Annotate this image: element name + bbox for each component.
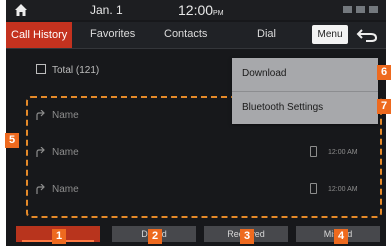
total-label: Total (121)	[52, 65, 100, 76]
status-bar: Jan. 1 12:00PM	[6, 0, 386, 20]
menu-button[interactable]: Menu	[312, 25, 348, 44]
outgoing-call-icon	[36, 110, 45, 120]
bluetooth-icon	[356, 6, 365, 13]
call-name: Name	[52, 184, 79, 195]
call-row[interactable]: Name 12:00 AM	[36, 142, 372, 166]
tab-call-history[interactable]: Call History	[6, 22, 73, 48]
status-date: Jan. 1	[90, 3, 123, 17]
status-time: 12:00PM	[178, 2, 224, 18]
mobile-phone-icon	[310, 146, 317, 157]
menu-item-bluetooth-settings[interactable]: Bluetooth Settings	[232, 92, 378, 124]
outgoing-call-icon	[36, 147, 45, 157]
callout-badge-7: 7	[377, 99, 391, 114]
call-time: 12:00 AM	[328, 149, 358, 156]
total-count: Total (121)	[36, 64, 99, 76]
phone-screen: Jan. 1 12:00PM Call History Favorites Co…	[6, 0, 386, 246]
call-row[interactable]: Name 12:00 AM	[36, 179, 372, 203]
callout-badge-1: 1	[52, 229, 66, 244]
status-icons	[343, 6, 378, 13]
tab-favorites[interactable]: Favorites	[90, 28, 135, 40]
menu-dropdown: Download Bluetooth Settings	[232, 58, 378, 124]
callout-badge-5: 5	[5, 133, 19, 148]
menu-item-download[interactable]: Download	[232, 58, 378, 90]
battery-icon	[369, 6, 378, 13]
call-name: Name	[52, 147, 79, 158]
callout-badge-4: 4	[334, 229, 348, 244]
outgoing-call-icon	[36, 184, 45, 194]
signal-icon	[343, 6, 352, 13]
back-icon[interactable]	[356, 27, 378, 43]
tab-dial[interactable]: Dial	[257, 28, 276, 40]
status-time-value: 12:00	[178, 2, 214, 18]
callout-badge-6: 6	[377, 65, 391, 80]
tab-bar: Call History Favorites Contacts Dial Men…	[6, 22, 386, 49]
call-name: Name	[52, 110, 79, 121]
call-time: 12:00 AM	[328, 186, 358, 193]
callout-badge-2: 2	[148, 229, 162, 244]
status-ampm: PM	[213, 10, 224, 17]
callout-badge-3: 3	[240, 229, 254, 244]
mobile-phone-icon	[310, 183, 317, 194]
tab-contacts[interactable]: Contacts	[164, 28, 207, 40]
home-icon[interactable]	[14, 3, 28, 17]
list-icon	[36, 64, 46, 74]
